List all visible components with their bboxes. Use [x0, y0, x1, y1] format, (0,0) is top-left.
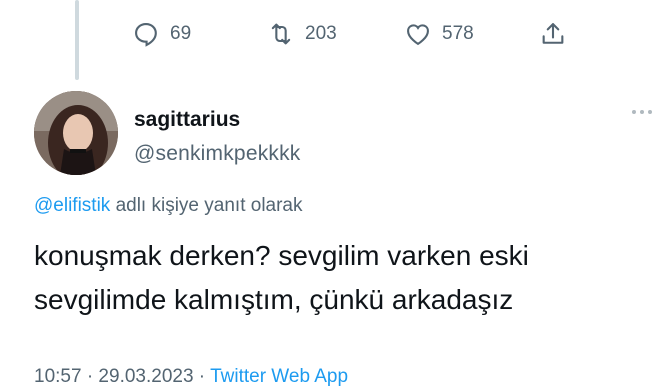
- retweet-button[interactable]: 203: [267, 20, 404, 48]
- replying-to-line: @elifistik adlı kişiye yanıt olarak: [34, 195, 303, 217]
- display-name[interactable]: sagittarius: [134, 108, 240, 132]
- tweet-timestamp[interactable]: 10:57 · 29.03.2023 ·: [34, 366, 210, 387]
- heart-icon: [407, 24, 429, 46]
- more-options-button[interactable]: [632, 110, 652, 114]
- retweet-count: 203: [305, 23, 337, 44]
- reply-button[interactable]: 69: [132, 20, 267, 48]
- tweet-text-line: konuşmak derken? sevgilim varken eski: [34, 240, 529, 271]
- reply-icon: [135, 23, 157, 47]
- like-button[interactable]: 578: [404, 20, 539, 48]
- more-dot-icon: [648, 110, 652, 114]
- like-count: 578: [442, 23, 474, 44]
- thread-connector-line: [75, 0, 79, 80]
- tweet-text: konuşmak derken? sevgilim varken eski se…: [34, 234, 664, 322]
- user-handle[interactable]: @senkimkpekkkk: [134, 142, 301, 166]
- avatar[interactable]: [34, 91, 118, 175]
- share-icon: [542, 23, 564, 44]
- profile-photo: [34, 91, 118, 175]
- retweet-icon: [271, 23, 291, 45]
- reply-mention-link[interactable]: @elifistik: [34, 195, 110, 216]
- tweet-text-line: sevgilimde kalmıştım, çünkü arkadaşız: [34, 284, 514, 315]
- reply-count: 69: [170, 23, 192, 44]
- tweet-action-bar: 69 203 578: [132, 12, 572, 56]
- more-dot-icon: [632, 110, 636, 114]
- more-dot-icon: [640, 110, 644, 114]
- tweet-source-link[interactable]: Twitter Web App: [210, 366, 348, 387]
- reply-suffix-text: adlı kişiye yanıt olarak: [110, 195, 303, 216]
- share-button[interactable]: [539, 20, 567, 48]
- tweet-meta: 10:57 · 29.03.2023 · Twitter Web App: [34, 366, 348, 388]
